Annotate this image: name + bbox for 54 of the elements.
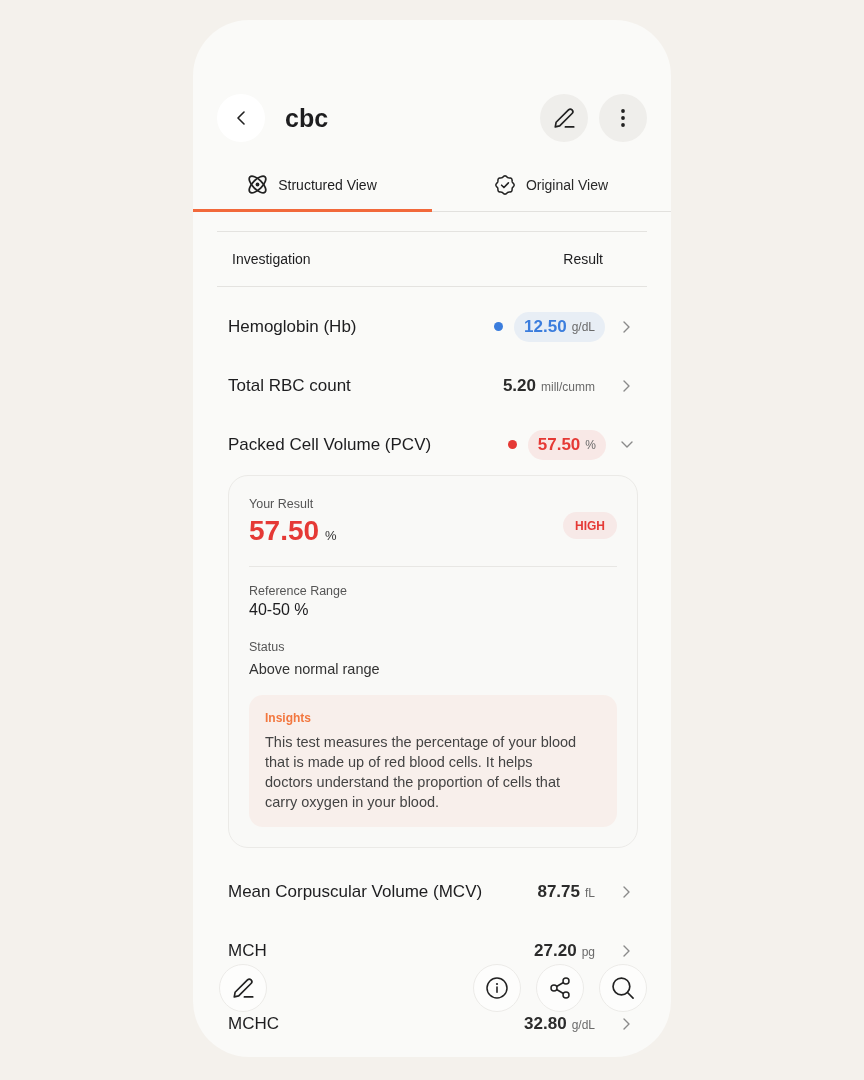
test-name: Packed Cell Volume (PCV) bbox=[228, 434, 432, 455]
more-button[interactable] bbox=[599, 94, 647, 142]
insights-title: Insights bbox=[265, 710, 312, 726]
tab[interactable]: Original View bbox=[432, 160, 671, 212]
status-value: Above normal range bbox=[249, 660, 381, 679]
search-icon bbox=[612, 977, 634, 999]
share-icon bbox=[550, 977, 570, 999]
result-value: 57.50 bbox=[249, 514, 320, 548]
chevron-right-icon[interactable] bbox=[623, 379, 630, 392]
insights-text: This test measures the percentage of your blood that is made up of red blood cells. It helps doctors understand the proportion of cells that carry oxygen in your blood. bbox=[265, 733, 578, 812]
result-value: 5.20 bbox=[502, 375, 536, 396]
result-unit: g/dL bbox=[571, 319, 595, 334]
result-value: 12.50 bbox=[524, 316, 567, 337]
result-value: 87.75 bbox=[537, 881, 580, 902]
test-name: MCHC bbox=[228, 1013, 279, 1034]
result-value: 32.80 bbox=[524, 1013, 567, 1034]
result-unit: fL bbox=[585, 885, 595, 900]
page-title: cbc bbox=[285, 103, 329, 133]
result-unit: % bbox=[325, 528, 337, 543]
info-button[interactable] bbox=[473, 964, 521, 1012]
reference-range-value: 40-50 % bbox=[249, 600, 310, 620]
chevron-right-icon[interactable] bbox=[623, 885, 630, 898]
result-value: 57.50 bbox=[537, 434, 581, 455]
result-label: Your Result bbox=[249, 496, 315, 512]
check-badge-icon bbox=[494, 174, 515, 195]
pencil-icon bbox=[553, 108, 575, 128]
chevron-right-icon[interactable] bbox=[623, 320, 630, 333]
status-label: Status bbox=[249, 639, 286, 655]
test-name: Hemoglobin (Hb) bbox=[228, 316, 357, 337]
column-header: Investigation bbox=[232, 251, 311, 267]
chevron-right-icon[interactable] bbox=[623, 944, 630, 957]
result-unit: % bbox=[585, 437, 596, 452]
search-button[interactable] bbox=[599, 964, 647, 1012]
share-button[interactable] bbox=[536, 964, 584, 1012]
test-name: Mean Corpuscular Volume (MCV) bbox=[228, 881, 483, 902]
column-header: Result bbox=[563, 251, 603, 267]
chevron-right-icon[interactable] bbox=[623, 1017, 630, 1030]
test-name: Total RBC count bbox=[228, 375, 351, 396]
result-value: 27.20 bbox=[534, 940, 577, 961]
pencil-icon bbox=[232, 978, 254, 998]
chevron-left-icon bbox=[237, 111, 245, 125]
more-vertical-icon bbox=[621, 109, 625, 127]
result-unit: g/dL bbox=[571, 1017, 595, 1032]
chevron-down-icon[interactable] bbox=[621, 441, 633, 448]
info-icon bbox=[486, 977, 508, 999]
tab[interactable]: Structured View bbox=[193, 160, 432, 212]
atom-icon bbox=[248, 175, 268, 194]
edit-button[interactable] bbox=[219, 964, 267, 1012]
result-unit: pg bbox=[581, 944, 595, 959]
reference-range-label: Reference Range bbox=[249, 583, 348, 599]
test-name: MCH bbox=[228, 940, 267, 961]
result-unit: mill/cumm bbox=[541, 379, 595, 394]
edit-button[interactable] bbox=[540, 94, 588, 142]
status-badge: HIGH bbox=[563, 512, 617, 539]
